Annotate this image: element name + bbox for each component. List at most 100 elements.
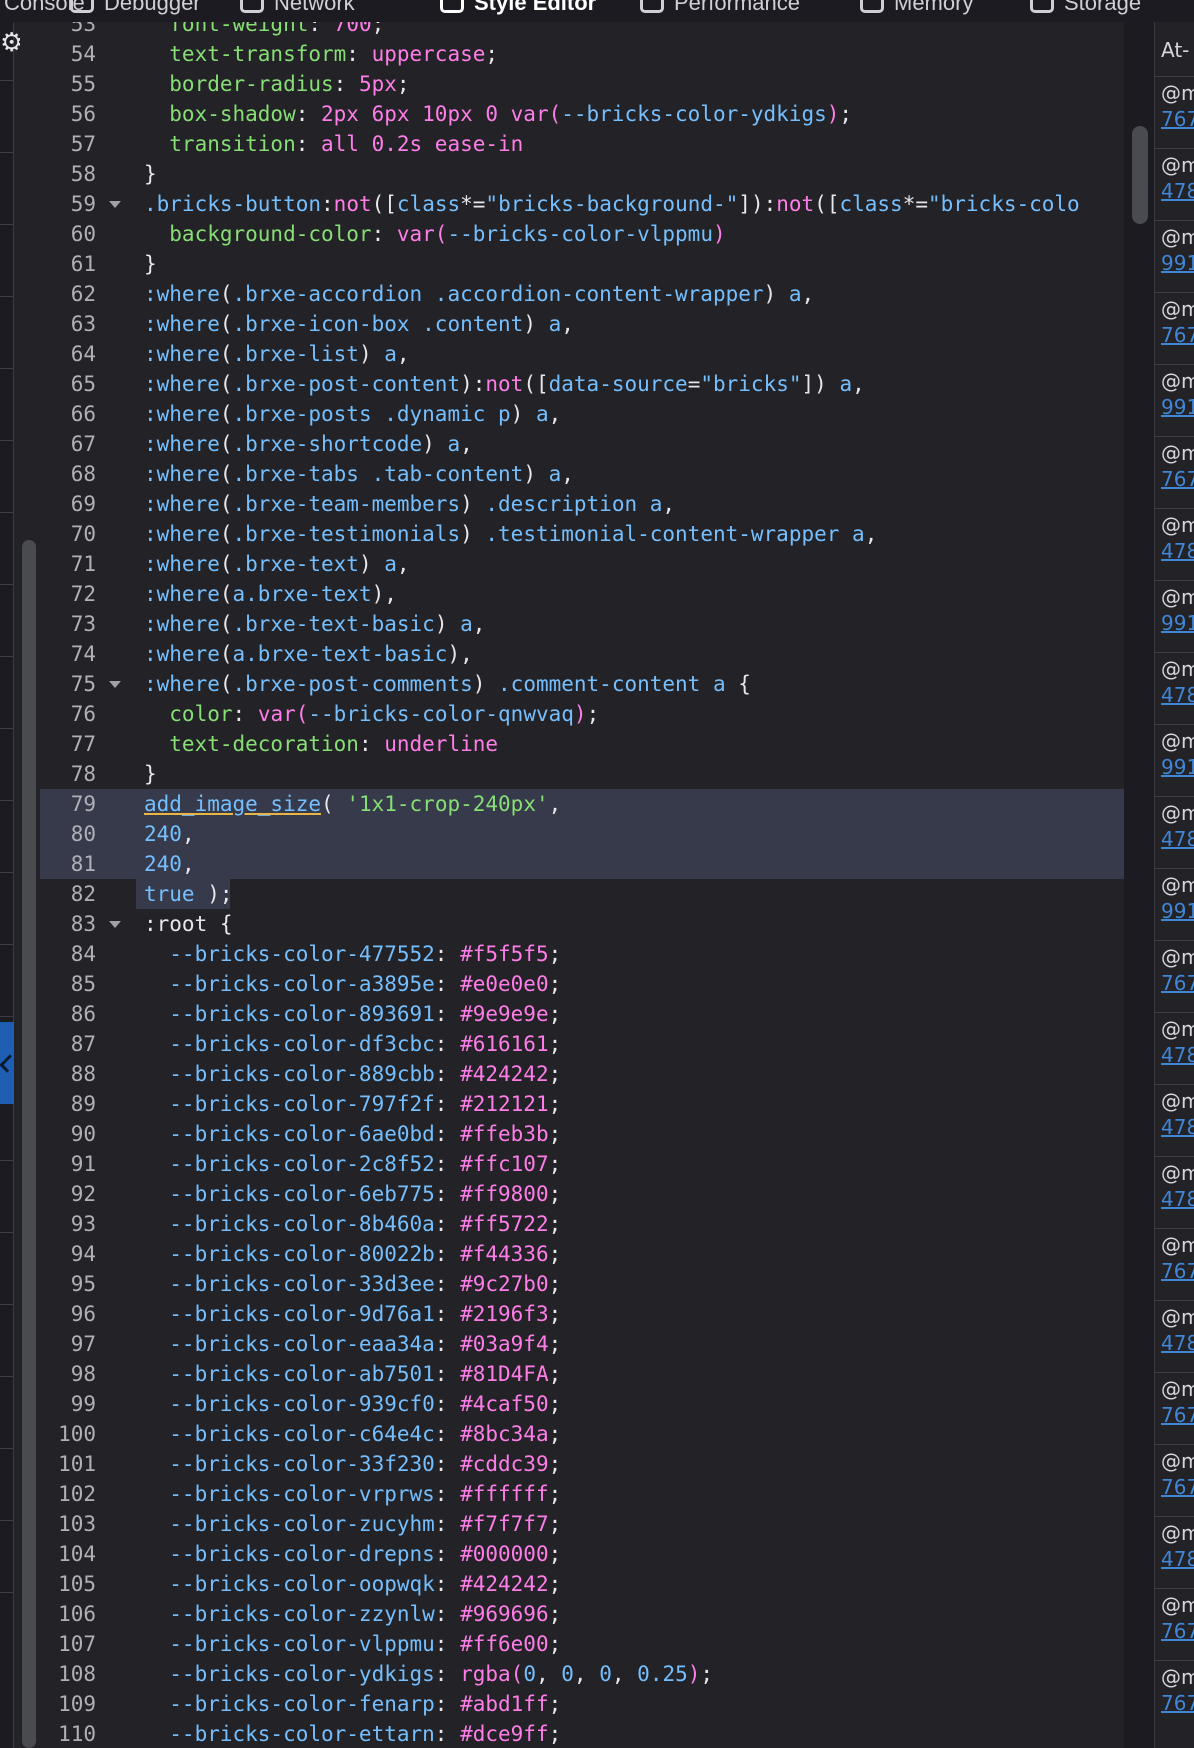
code-line[interactable]: 86 --bricks-color-893691: #9e9e9e; <box>40 999 1124 1029</box>
sidebar-scrollbar-thumb[interactable] <box>22 540 36 1748</box>
at-rule-line-link[interactable]: 767 <box>1161 1691 1194 1715</box>
code-line[interactable]: 104 --bricks-color-drepns: #000000; <box>40 1539 1124 1569</box>
at-rule-item[interactable]: @m991 <box>1155 724 1194 797</box>
code-line[interactable]: 103 --bricks-color-zucyhm: #f7f7f7; <box>40 1509 1124 1539</box>
at-rule-line-link[interactable]: 991 <box>1161 755 1194 779</box>
code-line[interactable]: 53 font-weight: 700; <box>40 22 1124 39</box>
code-line[interactable]: 73:where(.brxe-text-basic) a, <box>40 609 1124 639</box>
at-rule-line-link[interactable]: 478 <box>1161 1043 1194 1067</box>
code-line[interactable]: 68:where(.brxe-tabs .tab-content) a, <box>40 459 1124 489</box>
code-line[interactable]: 84 --bricks-color-477552: #f5f5f5; <box>40 939 1124 969</box>
code-line[interactable]: 58} <box>40 159 1124 189</box>
code-line[interactable]: 100 --bricks-color-c64e4c: #8bc34a; <box>40 1419 1124 1449</box>
at-rule-item[interactable]: @m991 <box>1155 580 1194 653</box>
code-line[interactable]: 90 --bricks-color-6ae0bd: #ffeb3b; <box>40 1119 1124 1149</box>
at-rule-item[interactable]: @m478 <box>1155 1516 1194 1589</box>
code-line[interactable]: 82 true ); <box>40 879 1124 909</box>
code-line[interactable]: 69:where(.brxe-team-members) .descriptio… <box>40 489 1124 519</box>
code-line[interactable]: 105 --bricks-color-oopwqk: #424242; <box>40 1569 1124 1599</box>
code-line[interactable]: 60 background-color: var(--bricks-color-… <box>40 219 1124 249</box>
fold-toggle-icon[interactable] <box>109 681 121 688</box>
at-rule-item[interactable]: @m767 <box>1155 1228 1194 1301</box>
gear-icon[interactable]: ⚙ <box>0 32 22 54</box>
at-rule-item[interactable]: @m767 <box>1155 76 1194 149</box>
code-line[interactable]: 95 --bricks-color-33d3ee: #9c27b0; <box>40 1269 1124 1299</box>
code-line[interactable]: 62:where(.brxe-accordion .accordion-cont… <box>40 279 1124 309</box>
at-rule-line-link[interactable]: 767 <box>1161 1475 1194 1499</box>
code-line[interactable]: 80 240, <box>40 819 1124 849</box>
at-rule-line-link[interactable]: 767 <box>1161 107 1194 131</box>
editor-scrollbar-thumb[interactable] <box>1132 126 1148 224</box>
at-rule-item[interactable]: @m767 <box>1155 436 1194 509</box>
code-line[interactable]: 57 transition: all 0.2s ease-in <box>40 129 1124 159</box>
code-line[interactable]: 87 --bricks-color-df3cbc: #616161; <box>40 1029 1124 1059</box>
code-line[interactable]: 65:where(.brxe-post-content):not([data-s… <box>40 369 1124 399</box>
code-line[interactable]: 61} <box>40 249 1124 279</box>
code-line[interactable]: 102 --bricks-color-vrprws: #ffffff; <box>40 1479 1124 1509</box>
at-rule-line-link[interactable]: 767 <box>1161 1259 1194 1283</box>
fold-toggle-icon[interactable] <box>109 921 121 928</box>
at-rule-item[interactable]: @m767 <box>1155 940 1194 1013</box>
code-line[interactable]: 78} <box>40 759 1124 789</box>
code-line[interactable]: 108 --bricks-color-ydkigs: rgba(0, 0, 0,… <box>40 1659 1124 1689</box>
at-rule-line-link[interactable]: 767 <box>1161 971 1194 995</box>
code-line[interactable]: 97 --bricks-color-eaa34a: #03a9f4; <box>40 1329 1124 1359</box>
code-line[interactable]: 55 border-radius: 5px; <box>40 69 1124 99</box>
code-line[interactable]: 99 --bricks-color-939cf0: #4caf50; <box>40 1389 1124 1419</box>
at-rule-item[interactable]: @m991 <box>1155 868 1194 941</box>
code-line[interactable]: 94 --bricks-color-80022b: #f44336; <box>40 1239 1124 1269</box>
at-rule-item[interactable]: @m991 <box>1155 220 1194 293</box>
at-rule-item[interactable]: @m991 <box>1155 364 1194 437</box>
tab-performance[interactable]: Performance <box>640 0 800 18</box>
code-line[interactable]: 91 --bricks-color-2c8f52: #ffc107; <box>40 1149 1124 1179</box>
at-rule-line-link[interactable]: 767 <box>1161 323 1194 347</box>
code-line[interactable]: 96 --bricks-color-9d76a1: #2196f3; <box>40 1299 1124 1329</box>
code-line[interactable]: 64:where(.brxe-list) a, <box>40 339 1124 369</box>
code-line[interactable]: 106 --bricks-color-zzynlw: #969696; <box>40 1599 1124 1629</box>
tab-memory[interactable]: Memory <box>860 0 973 18</box>
at-rule-line-link[interactable]: 767 <box>1161 1619 1194 1643</box>
code-line[interactable]: 101 --bricks-color-33f230: #cddc39; <box>40 1449 1124 1479</box>
code-line[interactable]: 76 color: var(--bricks-color-qnwvaq); <box>40 699 1124 729</box>
at-rule-item[interactable]: @m478 <box>1155 148 1194 221</box>
at-rule-line-link[interactable]: 991 <box>1161 899 1194 923</box>
at-rule-line-link[interactable]: 478 <box>1161 1115 1194 1139</box>
code-line[interactable]: 75:where(.brxe-post-comments) .comment-c… <box>40 669 1124 699</box>
code-line[interactable]: 109 --bricks-color-fenarp: #abd1ff; <box>40 1689 1124 1719</box>
at-rule-item[interactable]: @m767 <box>1155 1588 1194 1661</box>
code-line[interactable]: 79 add_image_size( '1x1-crop-240px', <box>40 789 1124 819</box>
code-line[interactable]: 89 --bricks-color-797f2f: #212121; <box>40 1089 1124 1119</box>
at-rule-item[interactable]: @m767 <box>1155 1444 1194 1517</box>
tab-style-editor[interactable]: Style Editor <box>440 0 596 18</box>
code-line[interactable]: 81 240, <box>40 849 1124 879</box>
at-rule-item[interactable]: @m478 <box>1155 1156 1194 1229</box>
at-rule-item[interactable]: @m767 <box>1155 1660 1194 1733</box>
at-rule-item[interactable]: @m478 <box>1155 508 1194 581</box>
fold-toggle-icon[interactable] <box>109 201 121 208</box>
code-line[interactable]: 66:where(.brxe-posts .dynamic p) a, <box>40 399 1124 429</box>
code-line[interactable]: 107 --bricks-color-vlppmu: #ff6e00; <box>40 1629 1124 1659</box>
at-rule-line-link[interactable]: 767 <box>1161 467 1194 491</box>
at-rule-line-link[interactable]: 767 <box>1161 1403 1194 1427</box>
at-rule-item[interactable]: @m767 <box>1155 1372 1194 1445</box>
at-rule-item[interactable]: @m478 <box>1155 652 1194 725</box>
code-line[interactable]: 98 --bricks-color-ab7501: #81D4FA; <box>40 1359 1124 1389</box>
tab-storage[interactable]: Storage <box>1030 0 1141 18</box>
at-rule-line-link[interactable]: 478 <box>1161 1547 1194 1571</box>
code-line[interactable]: 70:where(.brxe-testimonials) .testimonia… <box>40 519 1124 549</box>
code-line[interactable]: 71:where(.brxe-text) a, <box>40 549 1124 579</box>
at-rule-line-link[interactable]: 991 <box>1161 611 1194 635</box>
at-rule-line-link[interactable]: 991 <box>1161 251 1194 275</box>
at-rule-line-link[interactable]: 478 <box>1161 683 1194 707</box>
at-rule-line-link[interactable]: 478 <box>1161 1187 1194 1211</box>
code-line[interactable]: 83:root { <box>40 909 1124 939</box>
at-rule-line-link[interactable]: 991 <box>1161 395 1194 419</box>
code-editor[interactable]: 53 font-weight: 700; 54 text-transform: u… <box>40 22 1124 1748</box>
code-line[interactable]: 67:where(.brxe-shortcode) a, <box>40 429 1124 459</box>
at-rule-item[interactable]: @m478 <box>1155 1084 1194 1157</box>
tab-network[interactable]: Network <box>240 0 355 18</box>
at-rule-item[interactable]: @m478 <box>1155 796 1194 869</box>
at-rule-line-link[interactable]: 478 <box>1161 1331 1194 1355</box>
code-line[interactable]: 88 --bricks-color-889cbb: #424242; <box>40 1059 1124 1089</box>
code-line[interactable]: 85 --bricks-color-a3895e: #e0e0e0; <box>40 969 1124 999</box>
